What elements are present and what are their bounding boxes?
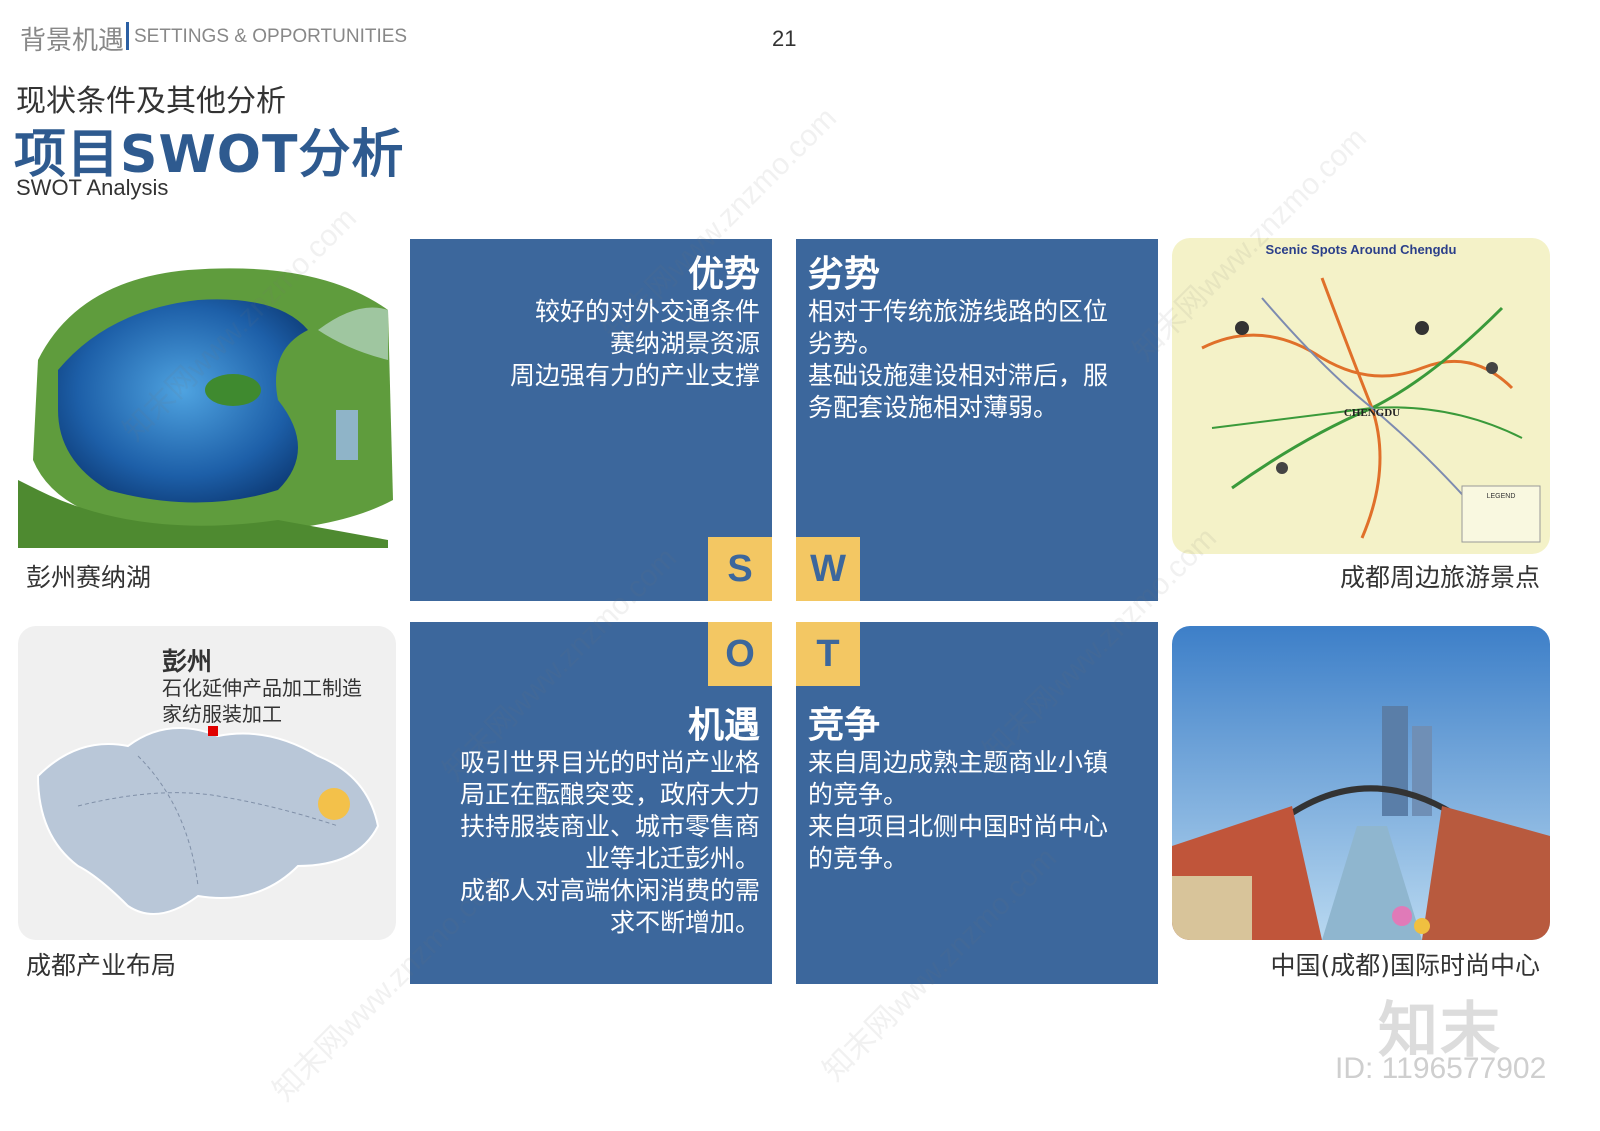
weaknesses-heading: 劣势 xyxy=(808,254,881,295)
opportunities-line: 业等北迁彭州。 xyxy=(584,844,760,874)
opportunities-line: 扶持服装商业、城市零售商 xyxy=(459,812,760,842)
page-title-en: SWOT Analysis xyxy=(16,175,169,200)
page-number: 21 xyxy=(772,26,797,51)
fashion-center-caption: 中国(成都)国际时尚中心 xyxy=(1270,951,1540,980)
map-city-label: CHENGDU xyxy=(1344,407,1400,419)
scenic-map-image: Scenic Spots Around Chengdu CHENGDU LEGE… xyxy=(1172,238,1550,554)
industry-line-2: 家纺服装加工 xyxy=(162,702,282,726)
lake-aerial-image xyxy=(18,240,396,548)
opportunities-line: 求不断增加。 xyxy=(609,908,760,938)
opportunities-line: 局正在酝酿突变，政府大力 xyxy=(459,780,760,810)
section-title-cn: 背景机遇 xyxy=(20,26,125,56)
weaknesses-line: 相对于传统旅游线路的区位 xyxy=(808,297,1109,327)
weaknesses-line: 基础设施建设相对滞后，服 xyxy=(808,361,1109,391)
watermark-id: ID: 1196577902 xyxy=(1335,1052,1547,1085)
lake-caption: 彭州赛纳湖 xyxy=(26,563,152,592)
strengths-line: 赛纳湖景资源 xyxy=(609,329,760,359)
map-legend-label: LEGEND xyxy=(1487,493,1516,500)
scenic-map-caption: 成都周边旅游景点 xyxy=(1339,563,1540,592)
header-divider xyxy=(126,22,129,50)
weaknesses-line: 劣势。 xyxy=(808,329,884,359)
threats-heading: 竞争 xyxy=(808,705,881,746)
section-title-en: SETTINGS & OPPORTUNITIES xyxy=(134,26,408,47)
threats-line: 的竞争。 xyxy=(808,780,909,810)
fashion-center-image xyxy=(1172,626,1550,940)
threats-line: 的竞争。 xyxy=(808,844,909,874)
letter-w-badge: W xyxy=(796,537,860,601)
opportunities-line: 成都人对高端休闲消费的需 xyxy=(459,876,760,906)
strengths-line: 周边强有力的产业支撑 xyxy=(509,361,760,391)
threats-line: 来自周边成熟主题商业小镇 xyxy=(808,748,1109,778)
map-title: Scenic Spots Around Chengdu xyxy=(1266,242,1457,257)
letter-s-badge: S xyxy=(708,537,772,601)
letter-o-badge: O xyxy=(708,622,772,686)
weaknesses-line: 务配套设施相对薄弱。 xyxy=(808,393,1059,423)
threats-line: 来自项目北侧中国时尚中心 xyxy=(808,812,1109,842)
letter-t-badge: T xyxy=(796,622,860,686)
industry-caption: 成都产业布局 xyxy=(26,951,177,980)
industry-line-1: 石化延伸产品加工制造 xyxy=(162,676,362,700)
strengths-line: 较好的对外交通条件 xyxy=(534,297,760,327)
opportunities-line: 吸引世界目光的时尚产业格 xyxy=(459,748,760,778)
opportunities-heading: 机遇 xyxy=(687,705,760,746)
strengths-heading: 优势 xyxy=(687,254,760,295)
